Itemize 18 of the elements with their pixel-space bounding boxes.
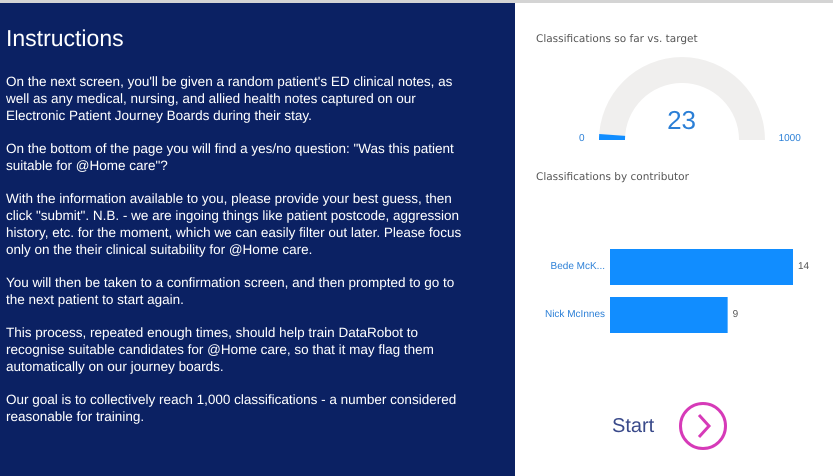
instruction-paragraph: You will then be taken to a confirmation screen, and then prompted to go to the next patient to start again.: [6, 274, 456, 308]
gauge-value: 23: [667, 104, 696, 137]
start-button[interactable]: Start: [612, 400, 728, 450]
gauge-max-label: 1000: [778, 132, 801, 146]
instruction-paragraph: With the information available to you, please provide your best guess, then click "submit". N.B. - we are ingoing things like patient postcode, aggression history, etc. for the moment, which we can easily filter out later. Please focus only on the their clinical suitability for @Home care.: [6, 190, 462, 258]
instruction-paragraph: On the next screen, you'll be given a random patient's ED clinical notes, as well as any medical, nursing, and allied health notes captured on our Electronic Patient Journey Boards during their stay.: [6, 73, 454, 124]
bar-value-label: 14: [798, 260, 810, 274]
gauge-min-label: 0: [579, 132, 585, 146]
bar-label: Bede McK...: [550, 260, 605, 274]
instruction-paragraph: On the bottom of the page you will find a yes/no question: "Was this patient suitable for @Home care"?: [6, 140, 455, 174]
chevron-circle-icon: [678, 400, 728, 450]
instruction-paragraph: This process, repeated enough times, should help train DataRobot to recognise suitable candidates for @Home care, so that it may flag them automatically on our journey boards.: [6, 324, 435, 375]
gauge-title: Classifications so far vs. target: [536, 32, 699, 47]
contributors-title: Classifications by contributor: [536, 170, 690, 185]
bar-label: Nick McInnes: [544, 308, 605, 322]
instructions-title: Instructions: [6, 24, 125, 53]
instruction-paragraph: Our goal is to collectively reach 1,000 classifications - a number considered reasonable for training.: [6, 391, 458, 425]
bar-value-label: 9: [732, 308, 738, 322]
